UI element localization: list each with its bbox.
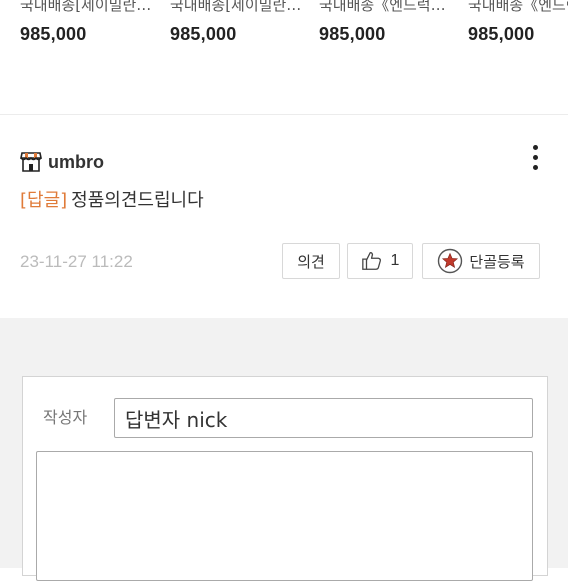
product-title: 국내배송[제이밀란… bbox=[170, 0, 302, 14]
product-price: 985,000 bbox=[170, 24, 237, 44]
author-name: umbro bbox=[48, 151, 104, 172]
kebab-menu-icon[interactable] bbox=[522, 141, 548, 173]
comment-date: 23-11-27 11:22 bbox=[20, 252, 133, 271]
like-button[interactable]: 1 bbox=[347, 243, 413, 279]
opinion-label: 의견 bbox=[297, 252, 325, 271]
product-price: 985,000 bbox=[20, 24, 87, 44]
comment-text: 정품의견드립니다 bbox=[71, 190, 204, 211]
comment-author[interactable]: umbro bbox=[20, 150, 104, 174]
add-favorite-shop-label: 단골등록 bbox=[469, 252, 525, 271]
related-products: 국내배송[제이밀란… 985,000 국내배송[제이밀란… 985,000 국내… bbox=[0, 0, 568, 80]
add-favorite-shop-button[interactable]: 단골등록 bbox=[422, 243, 540, 279]
opinion-button[interactable]: 의견 bbox=[282, 243, 340, 279]
thumbs-up-icon bbox=[361, 252, 381, 270]
star-badge-icon bbox=[438, 248, 463, 274]
like-count: 1 bbox=[390, 252, 400, 269]
reply-tag: [답글] bbox=[20, 190, 68, 211]
product-title: 국내배송[제이밀란… bbox=[20, 0, 152, 14]
product-price: 985,000 bbox=[468, 24, 535, 44]
reply-body-textarea[interactable] bbox=[36, 451, 533, 581]
product-price: 985,000 bbox=[319, 24, 386, 44]
product-title: 국내배송《엔드럭스… bbox=[319, 0, 459, 14]
comment-body: [답글] 정품의견드립니다 bbox=[20, 186, 204, 212]
shop-icon bbox=[20, 152, 42, 172]
writer-name-input[interactable] bbox=[114, 398, 533, 438]
product-title: 국내배송《엔드럭 bbox=[468, 0, 568, 14]
divider bbox=[0, 114, 568, 115]
writer-label: 작성자 bbox=[43, 408, 88, 427]
